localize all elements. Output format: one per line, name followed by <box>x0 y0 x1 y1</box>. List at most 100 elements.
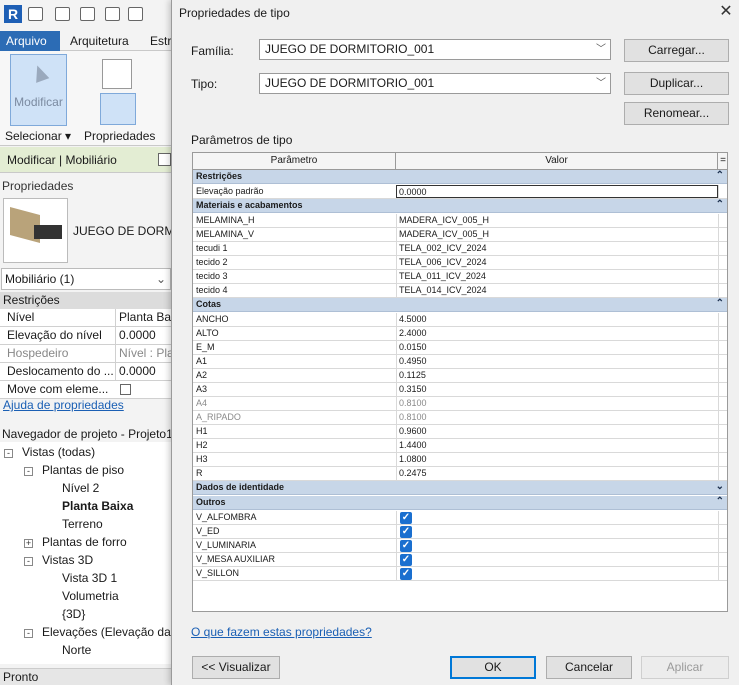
revit-logo-icon[interactable]: R <box>4 5 22 23</box>
browser-tree-node[interactable]: Nível 2 <box>62 481 99 495</box>
parameter-value[interactable]: 0.9600 <box>396 425 718 438</box>
parameter-group-header[interactable]: Cotas ⌃ <box>193 298 727 312</box>
parameter-value[interactable]: 0.3150 <box>396 383 718 396</box>
formula-cell[interactable] <box>718 327 727 340</box>
collapse-icon[interactable]: - <box>24 467 33 476</box>
collapse-group-icon[interactable]: ⌃ <box>716 170 724 182</box>
family-combobox[interactable]: JUEGO DE DORMITORIO_001 ﹀ <box>259 39 611 60</box>
open-folder-icon[interactable] <box>80 7 95 21</box>
parameter-row[interactable]: V_ALFOMBRA ✓ <box>193 511 727 525</box>
modify-button[interactable]: Modificar <box>10 54 67 126</box>
ok-button[interactable]: OK <box>450 656 536 679</box>
parameter-row[interactable]: ALTO 2.4000 <box>193 327 727 341</box>
formula-cell[interactable] <box>718 467 727 480</box>
formula-cell[interactable] <box>718 369 727 382</box>
parameter-row[interactable]: V_LUMINARIA ✓ <box>193 539 727 553</box>
preview-button[interactable]: << Visualizar <box>192 656 280 679</box>
parameter-value-input[interactable]: 0.0000 <box>396 185 718 198</box>
parameter-row[interactable]: H2 1.4400 <box>193 439 727 453</box>
browser-tree-node[interactable]: Elevações (Elevação da <box>42 625 171 639</box>
apply-button[interactable]: Aplicar <box>641 656 729 679</box>
instance-property-row[interactable]: Deslocamento do ... 0.0000 <box>0 363 180 381</box>
parameter-row[interactable]: A4 0.8100 <box>193 397 727 411</box>
duplicate-button[interactable]: Duplicar... <box>624 72 729 95</box>
close-icon[interactable]: ✕ <box>717 2 735 22</box>
parameter-row[interactable]: A3 0.3150 <box>193 383 727 397</box>
tab-estrutura[interactable]: Estr <box>150 31 171 51</box>
parameter-value[interactable]: 1.4400 <box>396 439 718 452</box>
parameter-value[interactable]: TELA_014_ICV_2024 <box>396 284 718 297</box>
parameter-row[interactable]: R 0.2475 <box>193 467 727 481</box>
formula-cell[interactable] <box>718 313 727 326</box>
formula-cell[interactable] <box>718 228 727 241</box>
formula-cell[interactable] <box>718 539 727 552</box>
instance-property-row[interactable]: HospedeiroNível : Planta <box>0 345 180 363</box>
formula-cell[interactable] <box>718 553 727 566</box>
move-with-elements-checkbox[interactable] <box>120 384 131 395</box>
parameter-value[interactable]: 4.5000 <box>396 313 718 326</box>
load-button[interactable]: Carregar... <box>624 39 729 62</box>
browser-tree-node[interactable]: Plantas de piso <box>42 463 124 477</box>
parameter-checkbox[interactable]: ✓ <box>400 540 412 552</box>
browser-tree-node[interactable]: Volumetria <box>62 589 119 603</box>
formula-cell[interactable] <box>718 355 727 368</box>
parameter-checkbox[interactable]: ✓ <box>400 512 412 524</box>
what-do-properties-do-link[interactable]: O que fazem estas propriedades? <box>191 625 372 639</box>
expand-icon[interactable]: + <box>24 539 33 548</box>
parameter-row[interactable]: ANCHO 4.5000 <box>193 313 727 327</box>
formula-cell[interactable] <box>718 411 727 424</box>
formula-cell[interactable] <box>718 511 727 524</box>
parameter-value[interactable]: 0.2475 <box>396 467 718 480</box>
parameter-value[interactable]: MADERA_ICV_005_H <box>396 228 718 241</box>
collapse-icon[interactable]: - <box>24 629 33 638</box>
formula-cell[interactable] <box>718 270 727 283</box>
parameter-row[interactable]: V_SILLON ✓ <box>193 567 727 581</box>
home-icon[interactable] <box>28 7 43 21</box>
parameter-row[interactable]: H3 1.0800 <box>193 453 727 467</box>
properties-icon[interactable] <box>100 93 136 125</box>
instance-filter-select[interactable]: Mobiliário (1) ⌄ <box>1 268 171 290</box>
browser-tree-node[interactable]: Vistas 3D <box>42 553 93 567</box>
formula-cell[interactable] <box>718 525 727 538</box>
formula-cell[interactable] <box>718 256 727 269</box>
expand-group-icon[interactable]: ⌄ <box>716 481 724 493</box>
instance-property-row[interactable]: Move com eleme... <box>0 381 180 399</box>
browser-tree-node[interactable]: Vistas (todas) <box>22 445 95 459</box>
type-properties-icon[interactable] <box>102 59 132 89</box>
new-file-icon[interactable] <box>55 7 70 21</box>
tab-arquivo[interactable]: Arquivo <box>0 31 60 51</box>
parameter-row[interactable]: V_MESA AUXILIAR ✓ <box>193 553 727 567</box>
formula-cell[interactable] <box>718 284 727 297</box>
parameter-value[interactable]: ✓ <box>396 539 718 552</box>
parameter-row[interactable]: tecido 3 TELA_011_ICV_2024 <box>193 270 727 284</box>
parameter-row[interactable]: A1 0.4950 <box>193 355 727 369</box>
parameter-value[interactable]: 1.0800 <box>396 453 718 466</box>
parameter-row[interactable]: tecudi 1 TELA_002_ICV_2024 <box>193 242 727 256</box>
select-dropdown[interactable]: Selecionar ▾ <box>5 129 71 143</box>
collapse-icon[interactable]: - <box>4 449 13 458</box>
parameter-value[interactable]: 2.4000 <box>396 327 718 340</box>
column-header-parameter[interactable]: Parâmetro <box>193 153 396 169</box>
parameter-row[interactable]: MELAMINA_H MADERA_ICV_005_H <box>193 214 727 228</box>
browser-tree-node[interactable]: Planta Baixa <box>62 499 133 513</box>
collapse-group-icon[interactable]: ⌃ <box>716 298 724 310</box>
parameter-value[interactable]: 0.4950 <box>396 355 718 368</box>
parameter-row[interactable]: tecido 2 TELA_006_ICV_2024 <box>193 256 727 270</box>
parameter-row[interactable]: A_RIPADO 0.8100 <box>193 411 727 425</box>
save-icon[interactable] <box>105 7 120 21</box>
rename-button[interactable]: Renomear... <box>624 102 729 125</box>
properties-help-link[interactable]: Ajuda de propriedades <box>3 398 124 412</box>
instance-property-row[interactable]: Nível Planta Baixa <box>0 309 180 327</box>
collapse-group-icon[interactable]: ⌃ <box>716 496 724 508</box>
parameter-row[interactable]: tecido 4 TELA_014_ICV_2024 <box>193 284 727 298</box>
parameter-group-header[interactable]: Materiais e acabamentos ⌃ <box>193 199 727 213</box>
tab-arquitetura[interactable]: Arquitetura <box>70 31 129 51</box>
parameter-row[interactable]: H1 0.9600 <box>193 425 727 439</box>
formula-cell[interactable] <box>718 397 727 410</box>
browser-tree-node[interactable]: Plantas de forro <box>42 535 127 549</box>
parameter-row[interactable]: A2 0.1125 <box>193 369 727 383</box>
formula-cell[interactable] <box>718 242 727 255</box>
collapse-group-icon[interactable]: ⌃ <box>716 199 724 211</box>
parameter-value[interactable]: TELA_011_ICV_2024 <box>396 270 718 283</box>
formula-cell[interactable] <box>718 383 727 396</box>
